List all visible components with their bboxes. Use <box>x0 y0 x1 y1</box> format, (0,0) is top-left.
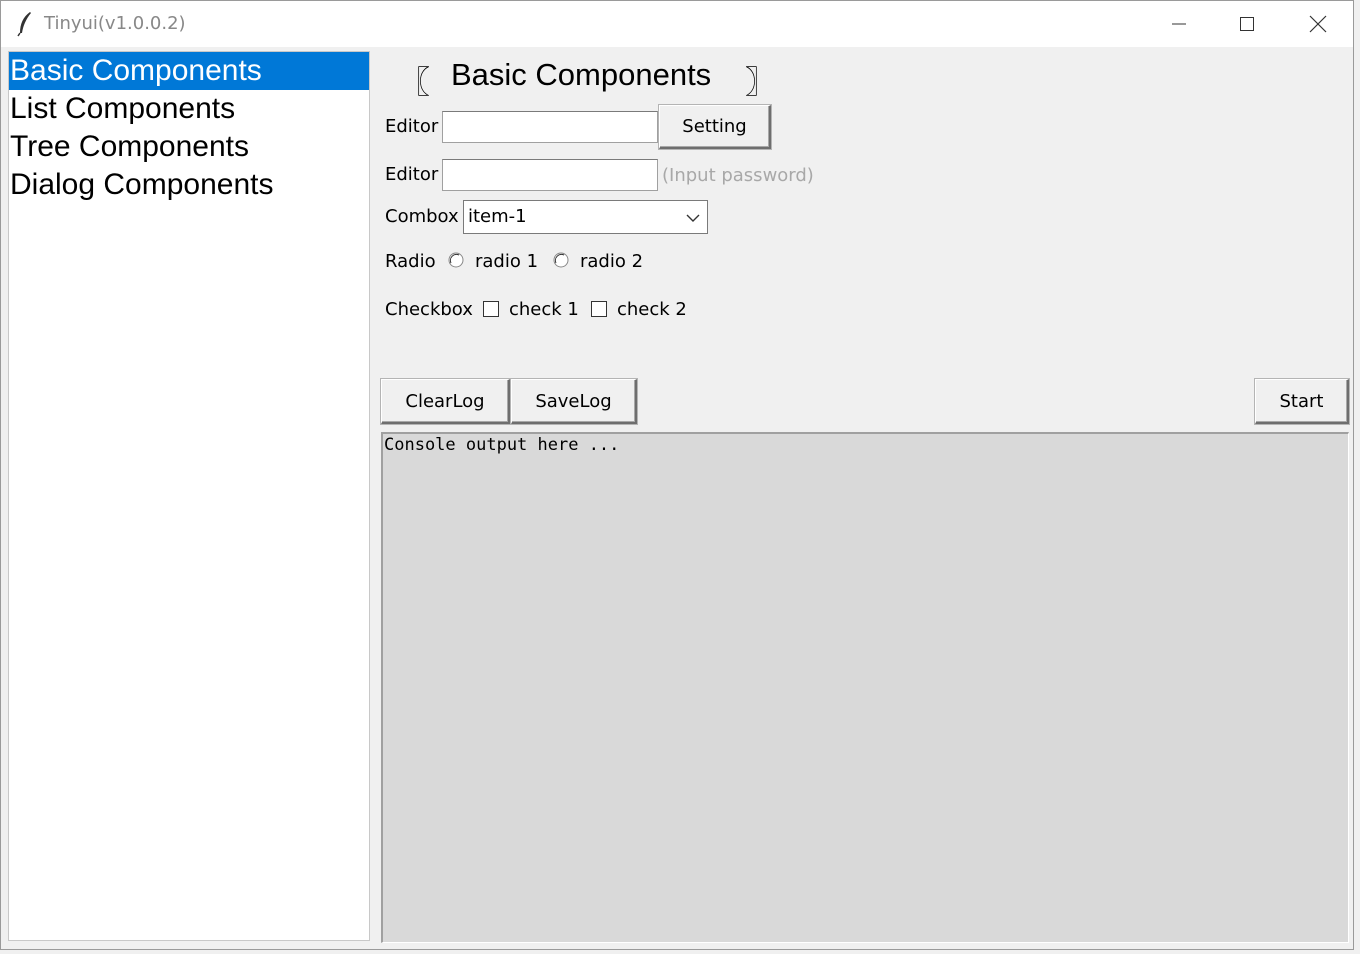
radio-label: Radio <box>385 251 436 272</box>
checkbox-label: Checkbox <box>385 299 473 320</box>
close-icon <box>1309 15 1327 33</box>
maximize-icon <box>1240 17 1254 31</box>
page-title: Basic Components <box>451 57 712 92</box>
sidebar-item-list-components[interactable]: List Components <box>9 90 369 128</box>
feather-icon <box>17 11 33 37</box>
sidebar-item-basic-components[interactable]: Basic Components <box>9 52 369 90</box>
check-1-label[interactable]: check 1 <box>509 299 579 320</box>
radio-2-label[interactable]: radio 2 <box>580 251 643 272</box>
sidebar-item-dialog-components[interactable]: Dialog Components <box>9 166 369 204</box>
title-bracket-right: 〗 <box>745 65 776 100</box>
start-button[interactable]: Start <box>1255 379 1349 424</box>
setting-button[interactable]: Setting <box>659 105 771 149</box>
minimize-button[interactable] <box>1149 1 1209 47</box>
editor-input[interactable] <box>442 111 658 143</box>
app-window: Tinyui(v1.0.0.2) Basic Components List C… <box>0 0 1354 950</box>
clear-log-button[interactable]: ClearLog <box>381 379 510 424</box>
console-text: Console output here ... <box>384 435 620 455</box>
maximize-button[interactable] <box>1217 1 1277 47</box>
close-button[interactable] <box>1288 1 1348 47</box>
save-log-label: SaveLog <box>535 390 612 412</box>
combo-label: Combox <box>385 206 459 227</box>
check-2-label[interactable]: check 2 <box>617 299 687 320</box>
window-title: Tinyui(v1.0.0.2) <box>44 13 186 34</box>
save-log-button[interactable]: SaveLog <box>511 379 637 424</box>
clear-log-label: ClearLog <box>405 390 485 412</box>
title-bracket-left: 〖 <box>399 65 430 100</box>
sidebar-item-tree-components[interactable]: Tree Components <box>9 128 369 166</box>
check-2-box[interactable] <box>591 301 607 317</box>
editor-label: Editor <box>385 116 439 137</box>
check-1-box[interactable] <box>483 301 499 317</box>
password-label: Editor <box>385 164 439 185</box>
password-input[interactable] <box>442 159 658 191</box>
start-label: Start <box>1279 390 1324 412</box>
radio-1-button[interactable] <box>448 252 464 268</box>
combo-value: item-1 <box>468 206 527 227</box>
radio-2-button[interactable] <box>553 252 569 268</box>
combo-select[interactable]: item-1 <box>463 200 708 234</box>
component-list[interactable]: Basic Components List Components Tree Co… <box>8 51 370 941</box>
setting-button-label: Setting <box>682 116 747 137</box>
console-output[interactable]: Console output here ... <box>381 432 1349 943</box>
chevron-down-icon <box>686 214 700 222</box>
radio-1-label[interactable]: radio 1 <box>475 251 538 272</box>
title-bar[interactable]: Tinyui(v1.0.0.2) <box>1 1 1353 47</box>
password-hint: (Input password) <box>662 165 814 186</box>
minimize-icon <box>1172 23 1186 25</box>
